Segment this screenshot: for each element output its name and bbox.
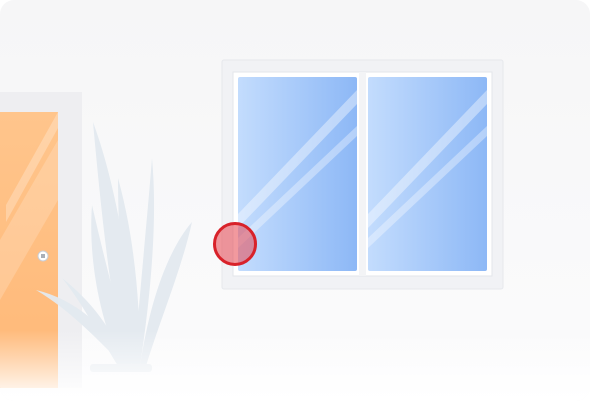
floor-fade [0, 330, 590, 401]
room-illustration [0, 59, 590, 401]
window-divider [359, 72, 366, 276]
window-pane-right [368, 77, 487, 271]
scene-card [0, 0, 590, 401]
hotspot-marker[interactable] [213, 222, 257, 266]
window [221, 59, 504, 290]
door-keyhole [41, 254, 45, 258]
